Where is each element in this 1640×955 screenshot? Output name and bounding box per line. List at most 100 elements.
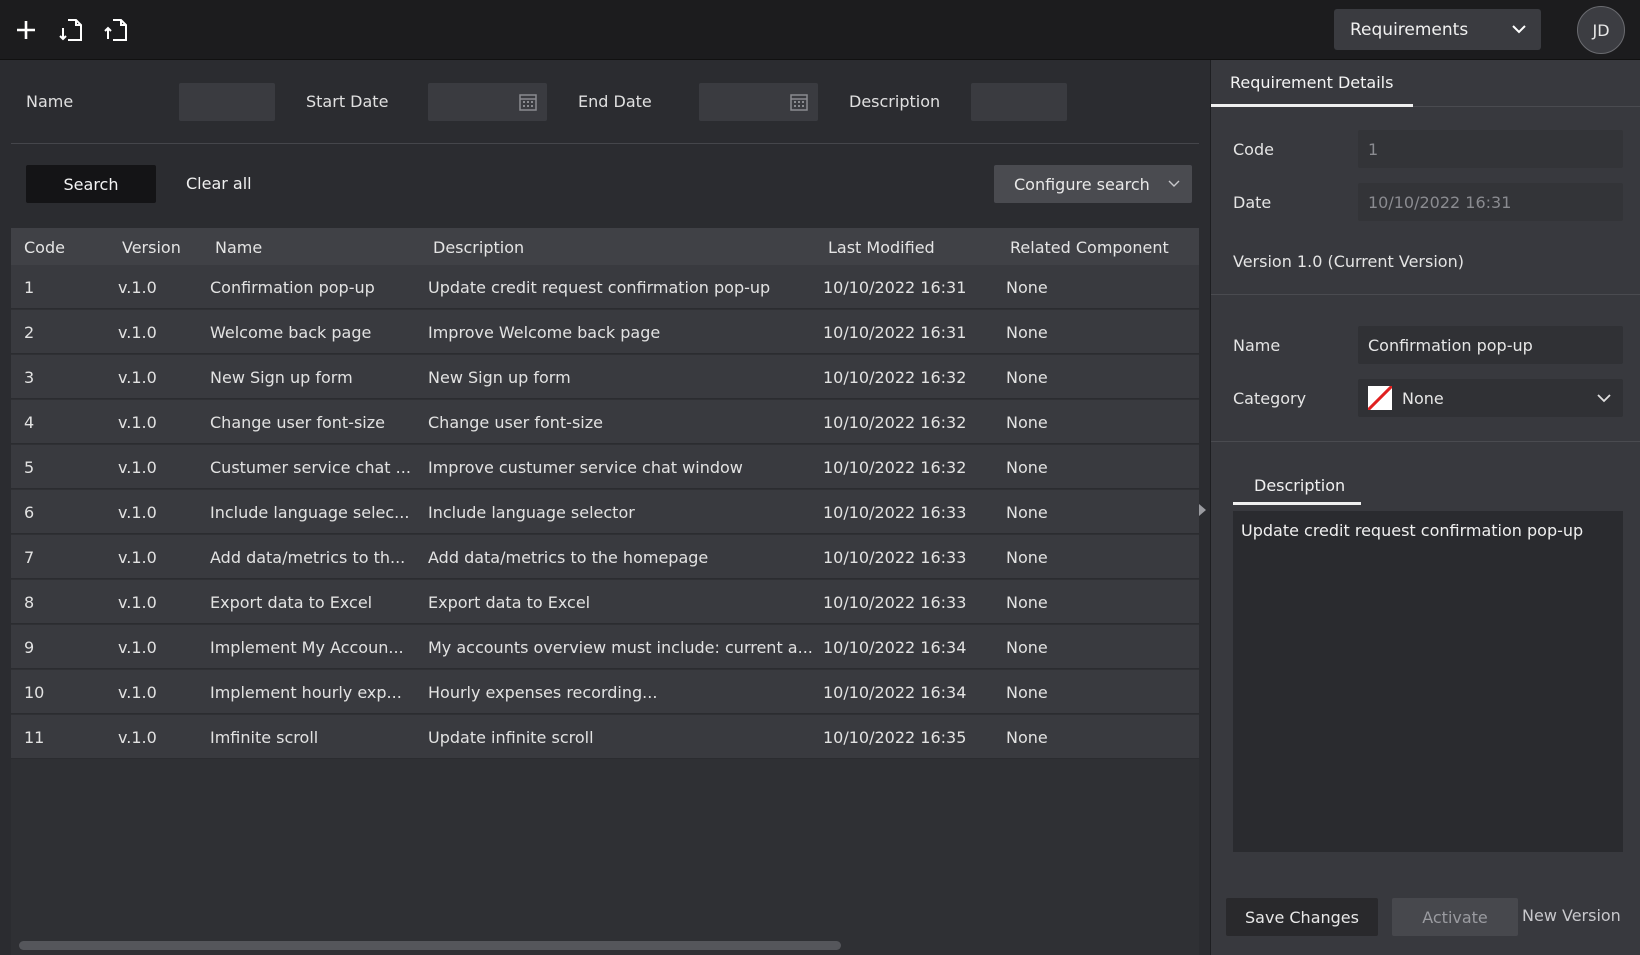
- cell-code: 8: [24, 593, 35, 612]
- cell-version: v.1.0: [118, 548, 157, 567]
- name-label: Name: [1233, 336, 1281, 355]
- cell-related-component: None: [1006, 278, 1048, 297]
- cell-description: Update credit request confirmation pop-u…: [428, 278, 771, 297]
- cell-last-modified: 10/10/2022 16:34: [823, 638, 967, 657]
- cell-version: v.1.0: [118, 503, 157, 522]
- cell-version: v.1.0: [118, 323, 157, 342]
- tab-description[interactable]: Description: [1233, 469, 1361, 505]
- table-row[interactable]: 11 v.1.0 Imfinite scroll Update infinite…: [11, 715, 1199, 759]
- column-header-version[interactable]: Version: [122, 238, 181, 257]
- cell-version: v.1.0: [118, 458, 157, 477]
- column-header-code[interactable]: Code: [24, 238, 65, 257]
- top-toolbar: Requirements JD: [0, 0, 1640, 60]
- end-date-label: End Date: [578, 92, 652, 111]
- details-tabbar: Requirement Details: [1211, 60, 1640, 107]
- start-date-input[interactable]: [428, 83, 547, 121]
- import-file-icon[interactable]: [56, 14, 86, 46]
- table-row[interactable]: 6 v.1.0 Include language selec... Includ…: [11, 490, 1199, 534]
- horizontal-scrollbar[interactable]: [11, 933, 1199, 955]
- table-row[interactable]: 3 v.1.0 New Sign up form New Sign up for…: [11, 355, 1199, 399]
- cell-name: New Sign up form: [210, 368, 353, 387]
- calendar-icon[interactable]: [519, 93, 537, 111]
- chevron-down-icon: [1597, 394, 1611, 403]
- category-select[interactable]: None: [1358, 379, 1623, 417]
- description-textarea[interactable]: Update credit request confirmation pop-u…: [1233, 511, 1623, 852]
- cell-last-modified: 10/10/2022 16:34: [823, 683, 967, 702]
- cell-code: 10: [24, 683, 45, 702]
- new-version-button[interactable]: New Version: [1522, 906, 1621, 925]
- tab-requirement-details-label: Requirement Details: [1230, 72, 1394, 92]
- cell-description: My accounts overview must include: curre…: [428, 638, 813, 657]
- date-label: Date: [1233, 193, 1272, 212]
- search-button[interactable]: Search: [26, 165, 156, 203]
- cell-related-component: None: [1006, 548, 1048, 567]
- export-file-icon[interactable]: [101, 14, 131, 46]
- cell-description: Improve Welcome back page: [428, 323, 661, 342]
- save-changes-button[interactable]: Save Changes: [1226, 898, 1378, 936]
- requirements-table: Code Version Name Description Last Modif…: [11, 228, 1199, 933]
- plus-icon[interactable]: [11, 14, 41, 46]
- calendar-icon[interactable]: [790, 93, 808, 111]
- table-row[interactable]: 9 v.1.0 Implement My Accoun... My accoun…: [11, 625, 1199, 669]
- cell-last-modified: 10/10/2022 16:33: [823, 503, 967, 522]
- avatar[interactable]: JD: [1577, 6, 1625, 54]
- cell-code: 5: [24, 458, 35, 477]
- cell-name: Include language selec...: [210, 503, 410, 522]
- column-header-description[interactable]: Description: [433, 238, 524, 257]
- no-color-swatch-icon: [1368, 386, 1392, 410]
- table-row[interactable]: 10 v.1.0 Implement hourly exp... Hourly …: [11, 670, 1199, 714]
- cell-last-modified: 10/10/2022 16:32: [823, 413, 967, 432]
- description-value: Update credit request confirmation pop-u…: [1241, 521, 1584, 540]
- chevron-down-icon: [1512, 25, 1526, 34]
- cell-code: 7: [24, 548, 35, 567]
- name-filter-input[interactable]: [179, 83, 275, 121]
- name-filter-label: Name: [26, 92, 74, 111]
- start-date-label: Start Date: [306, 92, 389, 111]
- name-input[interactable]: Confirmation pop-up: [1358, 326, 1623, 364]
- cell-name: Export data to Excel: [210, 593, 373, 612]
- configure-search-button[interactable]: Configure search: [994, 165, 1192, 203]
- activate-button[interactable]: Activate: [1392, 898, 1518, 936]
- cell-name: Imfinite scroll: [210, 728, 319, 747]
- panel-collapse-icon[interactable]: [1197, 503, 1207, 517]
- cell-last-modified: 10/10/2022 16:33: [823, 593, 967, 612]
- cell-code: 11: [24, 728, 45, 747]
- table-row[interactable]: 5 v.1.0 Custumer service chat ... Improv…: [11, 445, 1199, 489]
- column-header-last-modified[interactable]: Last Modified: [828, 238, 935, 257]
- table-row[interactable]: 7 v.1.0 Add data/metrics to th... Add da…: [11, 535, 1199, 579]
- clear-all-button[interactable]: Clear all: [186, 174, 252, 193]
- table-row[interactable]: 1 v.1.0 Confirmation pop-up Update credi…: [11, 265, 1199, 309]
- chevron-down-icon: [1168, 180, 1180, 187]
- cell-description: Change user font-size: [428, 413, 603, 432]
- cell-related-component: None: [1006, 593, 1048, 612]
- table-row[interactable]: 8 v.1.0 Export data to Excel Export data…: [11, 580, 1199, 624]
- cell-code: 4: [24, 413, 35, 432]
- date-field: 10/10/2022 16:31: [1358, 183, 1623, 221]
- column-header-related-component[interactable]: Related Component: [1010, 238, 1169, 257]
- scrollbar-thumb[interactable]: [19, 941, 841, 950]
- tab-requirement-details[interactable]: Requirement Details: [1211, 60, 1413, 107]
- name-value: Confirmation pop-up: [1368, 335, 1533, 355]
- table-row[interactable]: 4 v.1.0 Change user font-size Change use…: [11, 400, 1199, 444]
- configure-search-label: Configure search: [1014, 174, 1150, 194]
- version-text: Version 1.0 (Current Version): [1233, 252, 1464, 271]
- cell-description: Export data to Excel: [428, 593, 591, 612]
- cell-code: 2: [24, 323, 35, 342]
- end-date-input[interactable]: [699, 83, 818, 121]
- table-row[interactable]: 2 v.1.0 Welcome back page Improve Welcom…: [11, 310, 1199, 354]
- category-value: None: [1402, 388, 1444, 408]
- cell-version: v.1.0: [118, 278, 157, 297]
- cell-last-modified: 10/10/2022 16:35: [823, 728, 967, 747]
- cell-version: v.1.0: [118, 683, 157, 702]
- cell-version: v.1.0: [118, 638, 157, 657]
- tab-description-label: Description: [1254, 476, 1346, 495]
- cell-code: 9: [24, 638, 35, 657]
- cell-version: v.1.0: [118, 413, 157, 432]
- cell-related-component: None: [1006, 638, 1048, 657]
- cell-version: v.1.0: [118, 728, 157, 747]
- column-header-name[interactable]: Name: [215, 238, 262, 257]
- cell-related-component: None: [1006, 323, 1048, 342]
- module-select[interactable]: Requirements: [1334, 9, 1541, 50]
- cell-version: v.1.0: [118, 368, 157, 387]
- description-filter-input[interactable]: [971, 83, 1067, 121]
